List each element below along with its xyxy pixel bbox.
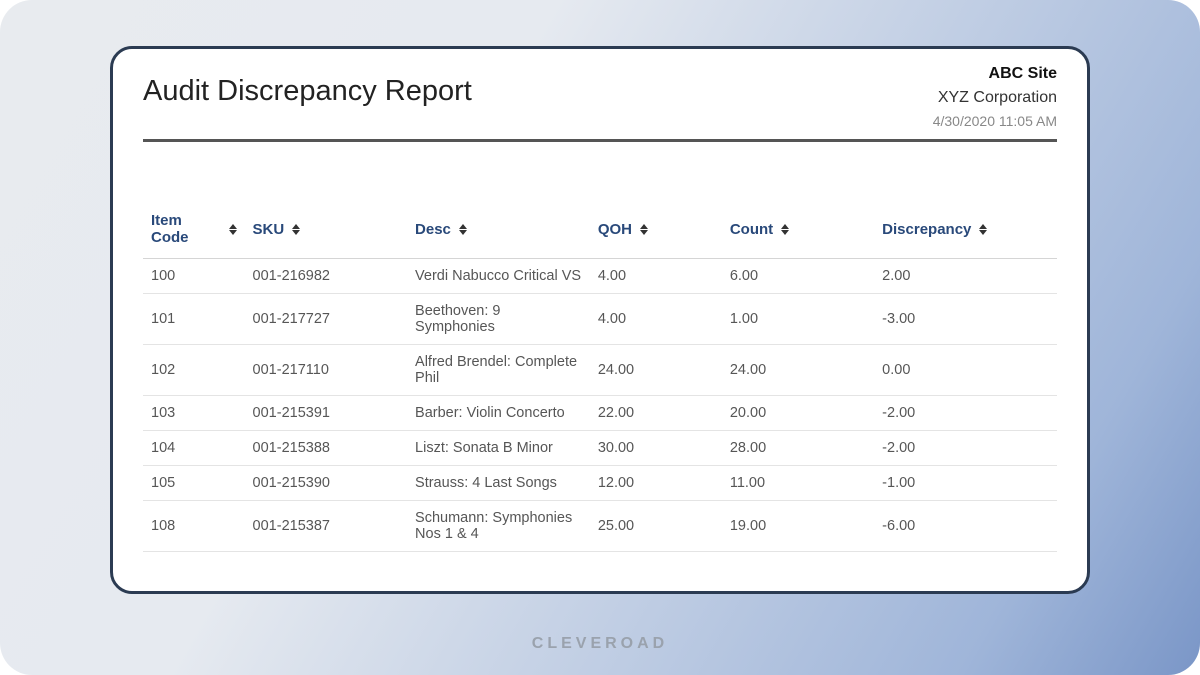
sort-icon[interactable] xyxy=(292,224,300,235)
col-label: QOH xyxy=(598,221,632,238)
cell-desc: Beethoven: 9 Symphonies xyxy=(407,294,590,345)
cell-sku: 001-216982 xyxy=(245,259,407,294)
table-row: 101001-217727Beethoven: 9 Symphonies4.00… xyxy=(143,294,1057,345)
cell-item_code: 105 xyxy=(143,466,245,501)
sort-icon[interactable] xyxy=(979,224,987,235)
report-table-wrap: Item Code SKU xyxy=(143,204,1057,552)
sort-icon[interactable] xyxy=(781,224,789,235)
cell-desc: Strauss: 4 Last Songs xyxy=(407,466,590,501)
cell-desc: Verdi Nabucco Critical VS xyxy=(407,259,590,294)
col-label: Item Code xyxy=(151,212,221,246)
col-header-qoh[interactable]: QOH xyxy=(590,204,722,259)
cell-desc: Alfred Brendel: Complete Phil xyxy=(407,345,590,396)
cell-desc: Liszt: Sonata B Minor xyxy=(407,431,590,466)
table-row: 104001-215388Liszt: Sonata B Minor30.002… xyxy=(143,431,1057,466)
report-window: Audit Discrepancy Report ABC Site XYZ Co… xyxy=(110,46,1090,594)
cell-discrepancy: -6.00 xyxy=(874,501,1057,552)
cell-qoh: 12.00 xyxy=(590,466,722,501)
org-block: ABC Site XYZ Corporation 4/30/2020 11:05… xyxy=(933,65,1057,129)
cell-count: 1.00 xyxy=(722,294,874,345)
cell-sku: 001-217110 xyxy=(245,345,407,396)
table-row: 100001-216982Verdi Nabucco Critical VS4.… xyxy=(143,259,1057,294)
cell-sku: 001-215387 xyxy=(245,501,407,552)
cell-item_code: 108 xyxy=(143,501,245,552)
page-canvas: Audit Discrepancy Report ABC Site XYZ Co… xyxy=(0,0,1200,675)
cell-discrepancy: 2.00 xyxy=(874,259,1057,294)
cell-desc: Schumann: Symphonies Nos 1 & 4 xyxy=(407,501,590,552)
table-header-row: Item Code SKU xyxy=(143,204,1057,259)
site-name: ABC Site xyxy=(933,65,1057,83)
cell-discrepancy: -2.00 xyxy=(874,431,1057,466)
cell-item_code: 100 xyxy=(143,259,245,294)
col-label: SKU xyxy=(253,221,285,238)
report-header: Audit Discrepancy Report ABC Site XYZ Co… xyxy=(143,65,1057,129)
cell-sku: 001-215388 xyxy=(245,431,407,466)
col-header-desc[interactable]: Desc xyxy=(407,204,590,259)
table-row: 103001-215391Barber: Violin Concerto22.0… xyxy=(143,396,1057,431)
cell-discrepancy: -2.00 xyxy=(874,396,1057,431)
sort-icon[interactable] xyxy=(459,224,467,235)
table-row: 105001-215390Strauss: 4 Last Songs12.001… xyxy=(143,466,1057,501)
cell-sku: 001-215391 xyxy=(245,396,407,431)
col-header-count[interactable]: Count xyxy=(722,204,874,259)
col-label: Discrepancy xyxy=(882,221,971,238)
cell-count: 19.00 xyxy=(722,501,874,552)
col-header-item-code[interactable]: Item Code xyxy=(143,204,245,259)
cell-desc: Barber: Violin Concerto xyxy=(407,396,590,431)
table-row: 108001-215387Schumann: Symphonies Nos 1 … xyxy=(143,501,1057,552)
cell-discrepancy: -3.00 xyxy=(874,294,1057,345)
cell-qoh: 24.00 xyxy=(590,345,722,396)
cell-sku: 001-215390 xyxy=(245,466,407,501)
report-timestamp: 4/30/2020 11:05 AM xyxy=(933,113,1057,129)
col-header-sku[interactable]: SKU xyxy=(245,204,407,259)
cell-item_code: 101 xyxy=(143,294,245,345)
table-body: 100001-216982Verdi Nabucco Critical VS4.… xyxy=(143,259,1057,552)
organization-name: XYZ Corporation xyxy=(933,89,1057,107)
cell-sku: 001-217727 xyxy=(245,294,407,345)
cell-qoh: 4.00 xyxy=(590,259,722,294)
col-header-discrepancy[interactable]: Discrepancy xyxy=(874,204,1057,259)
cell-count: 24.00 xyxy=(722,345,874,396)
col-label: Desc xyxy=(415,221,451,238)
table-row: 102001-217110Alfred Brendel: Complete Ph… xyxy=(143,345,1057,396)
cell-count: 11.00 xyxy=(722,466,874,501)
report-title: Audit Discrepancy Report xyxy=(143,65,472,108)
cell-qoh: 4.00 xyxy=(590,294,722,345)
cell-qoh: 22.00 xyxy=(590,396,722,431)
sort-icon[interactable] xyxy=(229,224,237,235)
col-label: Count xyxy=(730,221,773,238)
footer-brand: CLEVEROAD xyxy=(0,635,1200,653)
cell-discrepancy: -1.00 xyxy=(874,466,1057,501)
cell-count: 6.00 xyxy=(722,259,874,294)
report-table: Item Code SKU xyxy=(143,204,1057,552)
cell-item_code: 103 xyxy=(143,396,245,431)
header-divider xyxy=(143,139,1057,142)
cell-qoh: 25.00 xyxy=(590,501,722,552)
cell-count: 28.00 xyxy=(722,431,874,466)
cell-item_code: 104 xyxy=(143,431,245,466)
sort-icon[interactable] xyxy=(640,224,648,235)
cell-item_code: 102 xyxy=(143,345,245,396)
cell-count: 20.00 xyxy=(722,396,874,431)
cell-qoh: 30.00 xyxy=(590,431,722,466)
cell-discrepancy: 0.00 xyxy=(874,345,1057,396)
